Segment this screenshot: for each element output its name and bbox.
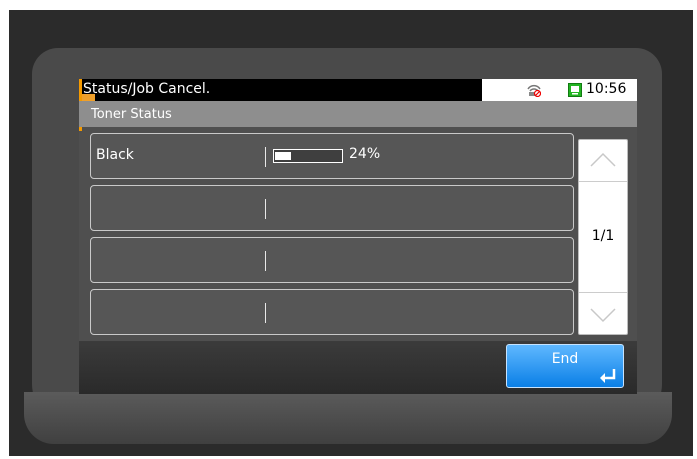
enter-icon [600, 369, 616, 383]
subtitle-bar: Toner Status [79, 101, 637, 127]
network-disconnected-icon [527, 84, 541, 97]
clock: 10:56 [586, 81, 627, 97]
title-bar: Status/Job Cancel. [79, 79, 482, 101]
empty-row [90, 185, 574, 231]
monitor-icon [568, 83, 582, 97]
toner-level-bar [273, 149, 343, 163]
end-button[interactable]: End [506, 344, 624, 388]
bottom-bar: End [79, 341, 637, 394]
page-indicator: 1/1 [591, 228, 615, 244]
row-divider [265, 251, 266, 271]
empty-row [90, 237, 574, 283]
status-area: 10:56 [482, 79, 637, 101]
empty-row [90, 289, 574, 335]
row-divider [265, 147, 266, 167]
toner-level-fill [275, 152, 291, 160]
chevron-down-icon [590, 308, 616, 323]
screen-title: Status/Job Cancel. [83, 81, 211, 97]
device-panel: Status/Job Cancel. 10:56 Toner Status Bl… [0, 0, 697, 459]
screen-subtitle: Toner Status [91, 107, 172, 122]
bezel-bottom [24, 392, 672, 444]
row-divider [265, 303, 266, 323]
row-divider [265, 199, 266, 219]
scroll-up-button[interactable] [579, 140, 627, 182]
toner-row[interactable]: Black 24% [90, 133, 574, 179]
scroll-panel: 1/1 [578, 139, 628, 335]
scroll-down-button[interactable] [579, 292, 627, 334]
chevron-up-icon [590, 152, 616, 167]
touch-screen: Status/Job Cancel. 10:56 Toner Status Bl… [79, 79, 637, 394]
toner-color-label: Black [96, 147, 134, 163]
toner-percent: 24% [349, 146, 381, 162]
end-button-label: End [551, 351, 579, 367]
